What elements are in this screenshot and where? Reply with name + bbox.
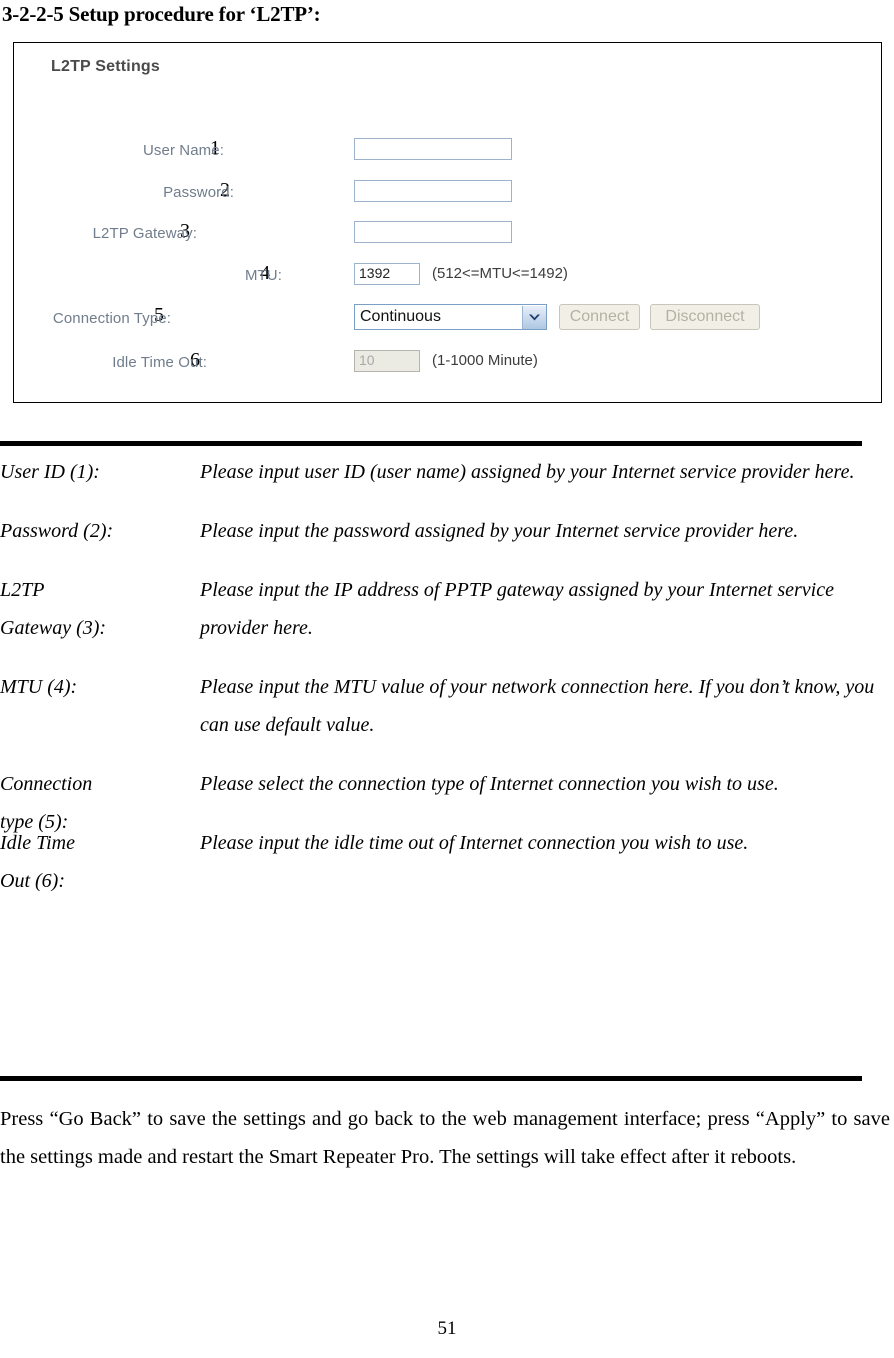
description-item: Connection type (5): Please select the c… xyxy=(0,765,894,833)
label-user-name: User Name: xyxy=(142,141,224,159)
panel-title: L2TP Settings xyxy=(51,58,160,75)
page-title: 3-2-2-5 Setup procedure for ‘L2TP’: xyxy=(2,2,321,26)
description-term: User ID (1): xyxy=(0,461,100,483)
description-item: MTU (4): Please input the MTU value of y… xyxy=(0,668,894,744)
description-term: MTU (4): xyxy=(0,676,78,698)
label-l2tp-gateway: L2TP Gateway: xyxy=(92,224,197,242)
label-password: Password: xyxy=(163,183,234,201)
description-text: Please input the password assigned by yo… xyxy=(200,520,799,542)
description-text: Please input the MTU value of your netwo… xyxy=(200,676,875,736)
form-row-mtu: 4 MTU: 1392 (512<=MTU<=1492) xyxy=(14,261,881,289)
l2tp-settings-panel: L2TP Settings 1 User Name: 2 Password: 3… xyxy=(13,42,882,403)
connect-button[interactable]: Connect xyxy=(559,304,640,330)
description-item: Idle Time Out (6): Please input the idle… xyxy=(0,824,894,892)
description-item: Password (2): Please input the password … xyxy=(0,512,894,550)
hint-mtu-range: (512<=MTU<=1492) xyxy=(432,265,568,282)
description-term: Password (2): xyxy=(0,520,114,542)
description-text: Please input the idle time out of Intern… xyxy=(200,832,749,854)
description-item: L2TP Gateway (3): Please input the IP ad… xyxy=(0,571,894,647)
divider-top xyxy=(0,441,862,446)
label-connection-type: Connection Type: xyxy=(52,309,171,327)
description-text: Please input the IP address of PPTP gate… xyxy=(200,579,834,639)
input-user-name[interactable] xyxy=(354,138,512,160)
description-text: Please input user ID (user name) assigne… xyxy=(200,461,855,483)
input-idle-time-out[interactable]: 10 xyxy=(354,350,420,372)
label-mtu: MTU: xyxy=(244,266,282,284)
field-description-list: User ID (1): Please input user ID (user … xyxy=(0,453,894,892)
input-mtu[interactable]: 1392 xyxy=(354,263,420,285)
page-number: 51 xyxy=(437,1318,457,1339)
form-row-l2tp-gateway: 3 L2TP Gateway: xyxy=(14,219,881,247)
input-password[interactable] xyxy=(354,180,512,202)
chevron-down-icon[interactable] xyxy=(522,305,546,329)
form-row-user-name: 1 User Name: xyxy=(14,136,881,164)
closing-paragraph: Press “Go Back” to save the settings and… xyxy=(0,1108,890,1168)
select-connection-type[interactable]: Continuous xyxy=(354,304,547,330)
select-connection-type-value: Continuous xyxy=(360,308,441,325)
description-term: Idle Time Out (6): xyxy=(0,832,75,892)
form-row-connection-type: 5 Connection Type: Continuous Connect Di… xyxy=(14,304,881,332)
form-row-password: 2 Password: xyxy=(14,178,881,206)
description-item: User ID (1): Please input user ID (user … xyxy=(0,453,894,491)
disconnect-button[interactable]: Disconnect xyxy=(650,304,760,330)
description-term: L2TP Gateway (3): xyxy=(0,579,107,639)
label-idle-time-out: Idle Time Out: xyxy=(112,353,207,371)
form-row-idle-time-out: 6 Idle Time Out: 10 (1-1000 Minute) xyxy=(14,348,881,376)
description-text: Please select the connection type of Int… xyxy=(200,773,779,795)
hint-idle-time-range: (1-1000 Minute) xyxy=(432,352,538,369)
divider-bottom xyxy=(0,1076,862,1081)
input-l2tp-gateway[interactable] xyxy=(354,221,512,243)
